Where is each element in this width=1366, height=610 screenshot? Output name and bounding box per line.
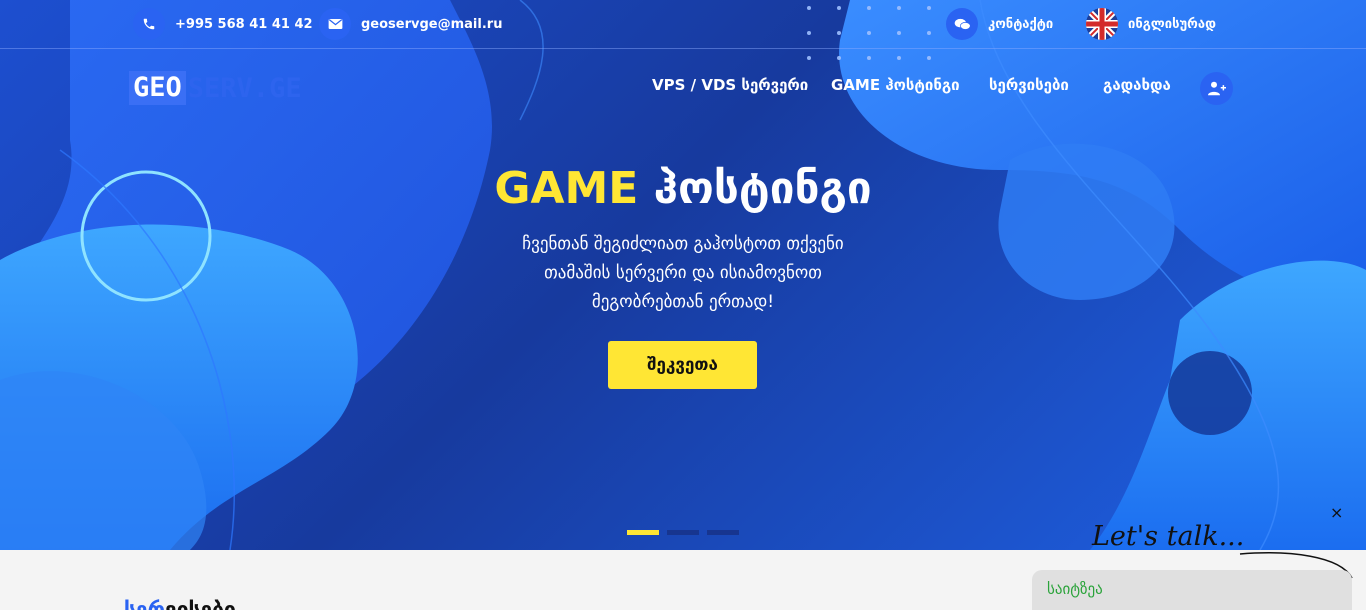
- email-link[interactable]: geoservge@mail.ru: [319, 8, 502, 40]
- hero-title-highlight: GAME: [494, 163, 639, 214]
- phone-link[interactable]: +995 568 41 41 42: [133, 8, 313, 40]
- logo-part-serv: SERV.GE: [187, 72, 302, 104]
- section-title-accent: სერ: [124, 598, 165, 610]
- slider-dot-1[interactable]: [627, 530, 659, 535]
- nav-item-services[interactable]: სერვისები: [989, 76, 1069, 100]
- hero-subtitle-line: მეგობრებთან ერთად!: [591, 292, 775, 312]
- slider-dot-3[interactable]: [707, 530, 739, 535]
- nav-item-payment[interactable]: გადახდა: [1103, 76, 1171, 100]
- user-plus-icon: [1207, 81, 1226, 96]
- logo-part-geo: GEO: [129, 71, 186, 105]
- chat-bubbles-icon: [946, 8, 978, 40]
- hero-title-rest: ჰოსტინგი: [653, 163, 872, 214]
- order-button[interactable]: შეკვეთა: [608, 341, 757, 389]
- contact-link[interactable]: კონტაქტი: [946, 8, 1053, 40]
- hero-subtitle-line: ჩვენთან შეგიძლიათ გაჰოსტოთ თქვენი: [522, 234, 844, 254]
- hero-subtitle: ჩვენთან შეგიძლიათ გაჰოსტოთ თქვენი თამაში…: [433, 230, 933, 317]
- phone-icon: [133, 8, 165, 40]
- chat-close-button[interactable]: ×: [1330, 503, 1343, 522]
- language-switch[interactable]: ინგლისურად: [1086, 8, 1216, 40]
- email-address: geoservge@mail.ru: [361, 16, 503, 32]
- chat-widget-title[interactable]: Let's talk...: [1092, 521, 1244, 552]
- uk-flag-icon: [1086, 8, 1118, 40]
- language-label: ინგლისურად: [1128, 16, 1216, 32]
- hero-banner: +995 568 41 41 42 geoservge@mail.ru კონტ…: [0, 0, 1366, 550]
- contact-label: კონტაქტი: [988, 16, 1054, 32]
- hero-title: GAME ჰოსტინგი: [0, 163, 1366, 214]
- services-section-title: სერვისები: [124, 598, 236, 610]
- chat-widget-input[interactable]: საიტზეა: [1032, 570, 1352, 610]
- site-logo[interactable]: GEO SERV.GE: [129, 71, 302, 105]
- nav-item-game-hosting[interactable]: GAME ჰოსტინგი: [831, 76, 960, 100]
- hero-subtitle-line: თამაშის სერვერი და ისიამოვნოთ: [544, 263, 822, 283]
- nav-item-vps[interactable]: VPS / VDS სერვერი: [652, 76, 808, 100]
- register-button[interactable]: [1200, 72, 1233, 105]
- top-bar: +995 568 41 41 42 geoservge@mail.ru კონტ…: [0, 0, 1366, 49]
- envelope-icon: [319, 8, 351, 40]
- section-title-rest: ვისები: [164, 598, 236, 610]
- phone-number: +995 568 41 41 42: [175, 16, 313, 32]
- slider-dot-2[interactable]: [667, 530, 699, 535]
